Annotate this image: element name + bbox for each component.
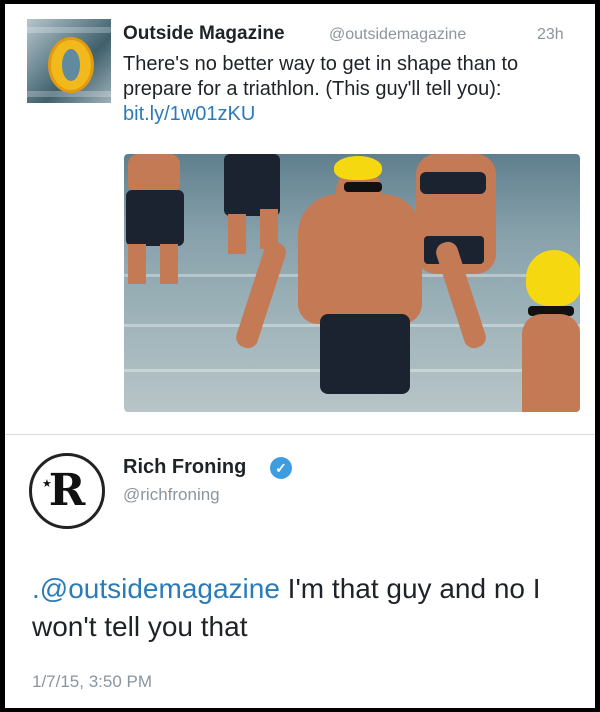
tweet-photo[interactable] [124,154,580,412]
monogram-logo-icon: R [48,465,86,516]
tweet-divider [5,434,595,435]
tweet-text: There's no better way to get in shape th… [123,52,578,127]
outside-logo-icon [48,37,94,93]
tweet-body: There's no better way to get in shape th… [123,53,519,100]
mention-link[interactable]: .@outsidemagazine [32,573,280,604]
tweet-time[interactable]: 23h [537,26,564,44]
display-name[interactable]: Rich Froning [123,456,246,479]
rich-froning-avatar[interactable]: ★ R [29,453,105,529]
username-handle[interactable]: @outsidemagazine [329,26,466,44]
username-handle[interactable]: @richfroning [123,485,220,505]
reply-text: .@outsidemagazine I'm that guy and no I … [32,570,577,646]
outside-magazine-avatar[interactable] [27,19,111,103]
verified-badge-icon: ✓ [270,457,292,479]
swimmer-figure [128,154,180,194]
screenshot-frame: Outside Magazine @outsidemagazine 23h Th… [5,4,595,708]
tweet-timestamp[interactable]: 1/7/15, 3:50 PM [32,672,152,692]
display-name[interactable]: Outside Magazine [123,23,285,45]
star-icon: ★ [42,478,52,490]
tweet-outside-magazine[interactable]: Outside Magazine @outsidemagazine 23h Th… [5,4,595,434]
tweet-link[interactable]: bit.ly/1w01zKU [123,103,255,125]
